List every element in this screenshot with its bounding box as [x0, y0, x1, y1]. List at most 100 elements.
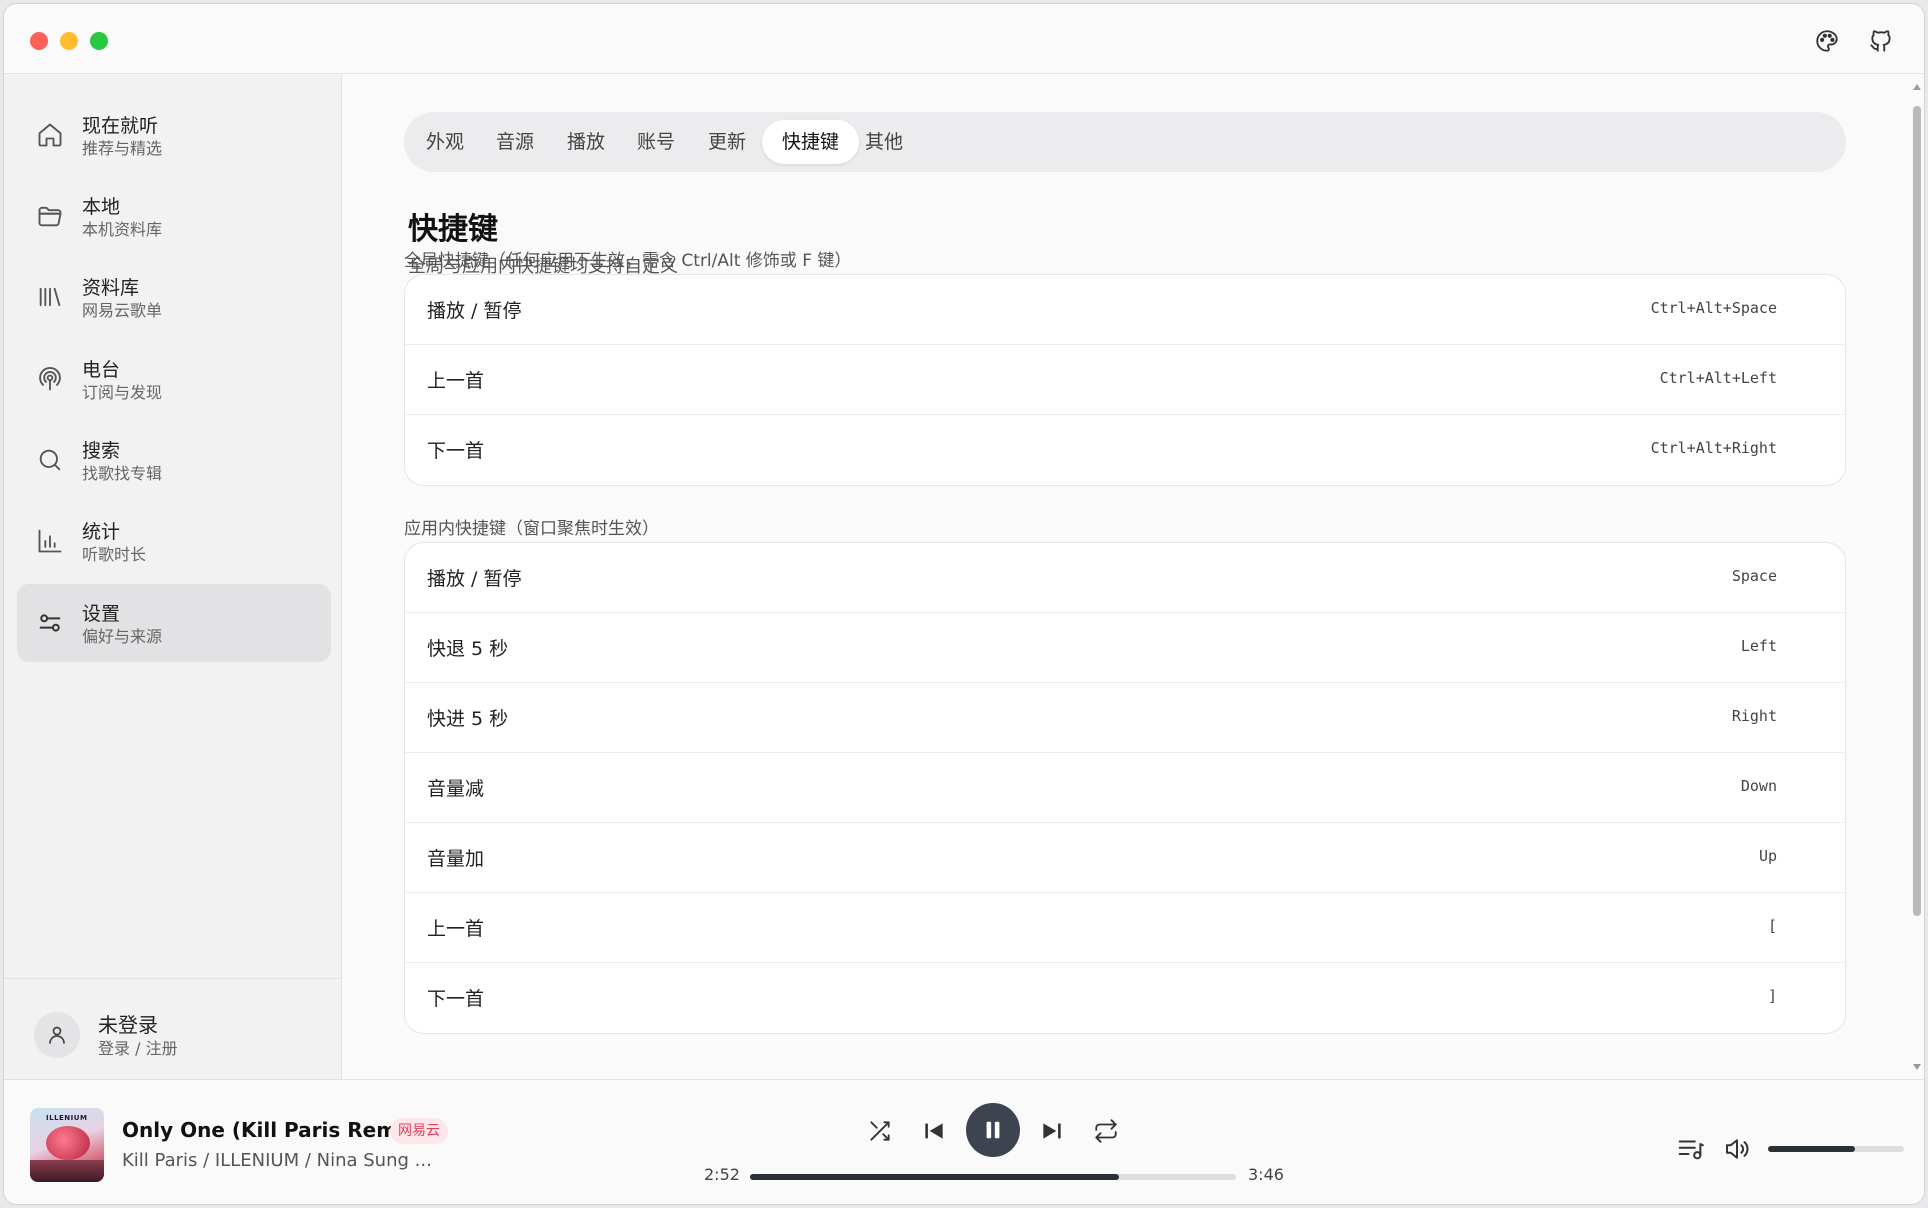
sidebar-item-label: 电台	[82, 359, 121, 381]
volume-fill	[1768, 1146, 1856, 1152]
sidebar-item-label: 资料库	[82, 277, 140, 299]
queue-icon	[1678, 1140, 1704, 1160]
progress-bar[interactable]	[750, 1174, 1236, 1180]
shortcut-row[interactable]: 快进 5 秒 Right	[405, 683, 1845, 753]
sidebar-item-sub: 推荐与精选	[82, 139, 163, 158]
shortcut-row[interactable]: 音量减 Down	[405, 753, 1845, 823]
shortcut-key[interactable]: Right	[1732, 707, 1777, 725]
volume-icon	[1726, 1139, 1749, 1159]
page-title: 快捷键	[408, 212, 498, 247]
close-window-button[interactable]	[30, 32, 48, 50]
shortcut-row[interactable]: 音量加 Up	[405, 823, 1845, 893]
playlist-queue-button[interactable]	[1676, 1134, 1706, 1164]
shortcut-action: 下一首	[427, 440, 485, 462]
home-icon	[36, 121, 64, 149]
sidebar-item-radio[interactable]: 电台 订阅与发现	[17, 340, 331, 418]
shortcut-key[interactable]: Space	[1732, 567, 1777, 585]
shortcut-action: 下一首	[427, 988, 485, 1010]
shortcut-key[interactable]: Ctrl+Alt+Left	[1660, 369, 1777, 387]
minimize-window-button[interactable]	[60, 32, 78, 50]
sidebar-item-sub: 听歌时长	[82, 545, 147, 564]
volume-button[interactable]	[1722, 1134, 1752, 1164]
play-pause-button[interactable]	[966, 1103, 1020, 1157]
user-name: 未登录	[98, 1013, 158, 1037]
scroll-down-arrow-icon[interactable]	[1912, 1062, 1922, 1072]
sidebar-item-stats[interactable]: 统计 听歌时长	[17, 502, 331, 580]
shortcut-row[interactable]: 上一首 Ctrl+Alt+Left	[405, 345, 1845, 415]
sidebar-item-label: 本地	[82, 196, 121, 218]
shortcut-key[interactable]: ]	[1768, 987, 1777, 1005]
tab-playback[interactable]: 播放	[547, 120, 625, 164]
sidebar-item-label: 统计	[82, 521, 121, 543]
sidebar-item-search[interactable]: 搜索 找歌找专辑	[17, 421, 331, 499]
palette-icon[interactable]	[1814, 28, 1840, 54]
shortcut-row[interactable]: 上一首 [	[405, 893, 1845, 963]
next-track-button[interactable]	[1036, 1115, 1068, 1147]
repeat-icon	[1095, 1119, 1117, 1143]
previous-track-button[interactable]	[918, 1115, 950, 1147]
tab-account[interactable]: 账号	[617, 120, 695, 164]
stats-icon	[36, 527, 64, 555]
source-badge: 网易云	[390, 1118, 448, 1144]
settings-icon	[36, 609, 64, 637]
sidebar-item-listen-now[interactable]: 现在就听 推荐与精选	[17, 96, 331, 174]
album-cover[interactable]: ILLENIUM	[30, 1108, 104, 1182]
shuffle-button[interactable]	[864, 1115, 896, 1147]
sidebar-item-label: 搜索	[82, 440, 121, 462]
shortcut-row[interactable]: 播放 / 暂停 Space	[405, 543, 1845, 613]
shortcut-key[interactable]: [	[1768, 917, 1777, 935]
sidebar-item-sub: 找歌找专辑	[82, 464, 163, 483]
shortcut-key[interactable]: Down	[1741, 777, 1777, 795]
tab-update[interactable]: 更新	[688, 120, 766, 164]
tab-other[interactable]: 其他	[845, 120, 923, 164]
song-artist[interactable]: Kill Paris / ILLENIUM / Nina Sung ...	[122, 1150, 432, 1171]
sidebar-item-sub: 本机资料库	[82, 220, 163, 239]
main-content: 外观 音源 播放 账号 更新 快捷键 其他 快捷键 全局与应用内快捷键均支持自定…	[342, 74, 1908, 1079]
global-shortcuts-card: 播放 / 暂停 Ctrl+Alt+Space 上一首 Ctrl+Alt+Left…	[404, 274, 1846, 486]
main-scrollbar[interactable]	[1908, 74, 1924, 1079]
sidebar-item-sub: 网易云歌单	[82, 301, 163, 320]
tab-appearance[interactable]: 外观	[406, 120, 484, 164]
shortcut-action: 播放 / 暂停	[427, 300, 522, 322]
shortcut-action: 音量减	[427, 778, 485, 800]
shortcut-row[interactable]: 下一首 Ctrl+Alt+Right	[405, 415, 1845, 485]
sidebar-item-settings[interactable]: 设置 偏好与来源	[17, 584, 331, 662]
global-shortcuts-label: 全局快捷键（任何应用下生效，需含 Ctrl/Alt 修饰或 F 键）	[404, 251, 852, 271]
avatar[interactable]	[34, 1012, 80, 1058]
app-window: 现在就听 推荐与精选 本地 本机资料库 资料库 网易云歌单 电台 订阅与发现 搜…	[3, 3, 1925, 1205]
github-icon[interactable]	[1868, 28, 1894, 54]
shortcut-key[interactable]: Ctrl+Alt+Right	[1651, 439, 1777, 457]
shortcut-key[interactable]: Up	[1759, 847, 1777, 865]
login-register-link[interactable]: 登录 / 注册	[98, 1038, 178, 1060]
scroll-thumb[interactable]	[1913, 106, 1921, 916]
user-login[interactable]: 未登录 登录 / 注册	[30, 1006, 330, 1066]
radio-icon	[36, 365, 64, 393]
shortcut-action: 上一首	[427, 370, 485, 392]
shortcut-row[interactable]: 播放 / 暂停 Ctrl+Alt+Space	[405, 275, 1845, 345]
tab-audio-source[interactable]: 音源	[476, 120, 554, 164]
shuffle-icon	[870, 1121, 890, 1141]
shortcut-action: 音量加	[427, 848, 485, 870]
app-shortcuts-card: 播放 / 暂停 Space 快退 5 秒 Left 快进 5 秒 Right 音…	[404, 542, 1846, 1034]
shortcut-row[interactable]: 下一首 ]	[405, 963, 1845, 1033]
elapsed-time: 2:52	[704, 1165, 740, 1184]
song-title[interactable]: Only One (Kill Paris Remix)	[122, 1118, 426, 1142]
folder-icon	[36, 202, 64, 230]
volume-slider[interactable]	[1768, 1146, 1904, 1152]
total-duration: 3:46	[1248, 1165, 1284, 1184]
shortcut-key[interactable]: Ctrl+Alt+Space	[1651, 299, 1777, 317]
sidebar-item-local[interactable]: 本地 本机资料库	[17, 177, 331, 255]
skip-back-icon	[925, 1123, 943, 1139]
sidebar-item-sub: 订阅与发现	[82, 383, 163, 402]
player-bar: ILLENIUM Only One (Kill Paris Remix) 网易云…	[4, 1079, 1924, 1204]
title-bar	[4, 4, 1924, 74]
shortcut-row[interactable]: 快退 5 秒 Left	[405, 613, 1845, 683]
scroll-up-arrow-icon[interactable]	[1912, 82, 1922, 92]
maximize-window-button[interactable]	[90, 32, 108, 50]
pause-icon	[986, 1121, 1000, 1139]
sidebar-item-sub: 偏好与来源	[82, 627, 163, 646]
shortcut-key[interactable]: Left	[1741, 637, 1777, 655]
sidebar-divider	[4, 978, 342, 979]
sidebar-item-library[interactable]: 资料库 网易云歌单	[17, 258, 331, 336]
repeat-button[interactable]	[1090, 1115, 1122, 1147]
